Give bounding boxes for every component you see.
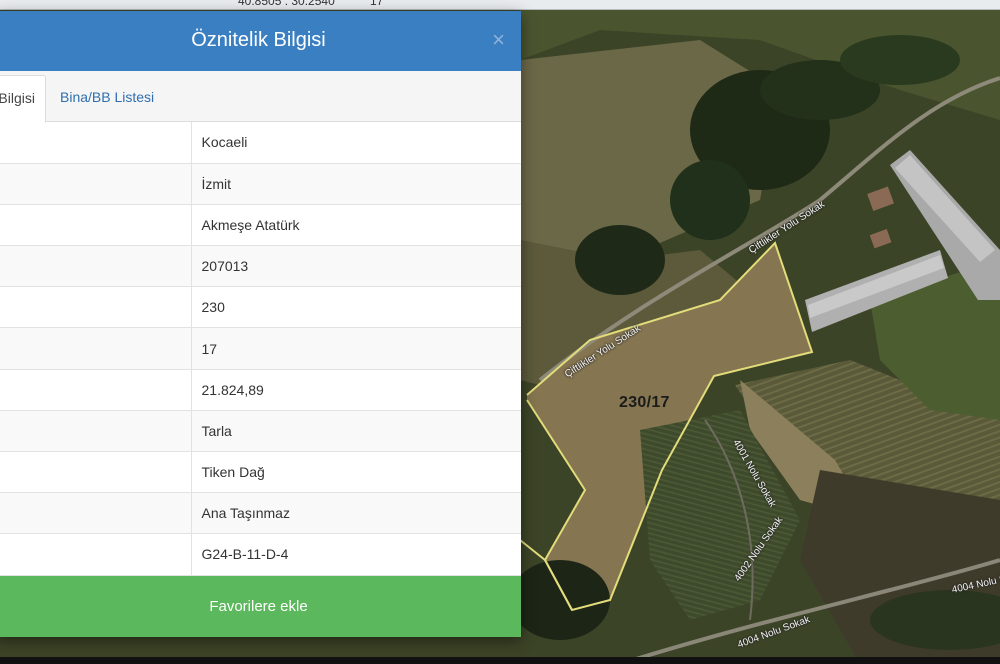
table-row: o207013 (0, 245, 521, 288)
table-row: Kocaeli (0, 122, 521, 164)
tab-building-list[interactable]: Bina/BB Listesi (48, 75, 166, 123)
dialog-title: Öznitelik Bilgisi (191, 29, 326, 51)
row-value: 207013 (191, 245, 521, 288)
row-value: İzmit (191, 163, 521, 205)
tab-info[interactable]: Bilgisi (0, 75, 46, 123)
row-value: Tarla (191, 410, 521, 453)
table-row: Tiken Dağ (0, 451, 521, 494)
row-value: Kocaeli (191, 122, 521, 164)
attribute-table: Kocaeli İzmit öyAkmeşe Atatürk o207013 2… (0, 122, 521, 576)
table-row: İzmit (0, 163, 521, 205)
row-value: 21.824,89 (191, 369, 521, 411)
attribute-dialog: Öznitelik Bilgisi × Bilgisi Bina/BB List… (0, 11, 521, 637)
tab-bar: Bilgisi Bina/BB Listesi (0, 71, 521, 123)
table-row: öyAkmeşe Atatürk (0, 204, 521, 247)
add-to-favorites-button[interactable]: Favorilere ekle (0, 576, 521, 637)
top-toolbar: 40.8505 : 30.2540 17 (0, 0, 1000, 10)
row-value: 230 (191, 286, 521, 329)
close-icon[interactable]: × (492, 29, 505, 51)
row-value: Akmeşe Atatürk (191, 204, 521, 247)
row-key: öy (0, 217, 190, 233)
bottom-border (0, 657, 1000, 664)
table-row: Tarla (0, 410, 521, 453)
table-row: 21.824,89 (0, 369, 521, 411)
coordinate-readout: 40.8505 : 30.2540 (238, 0, 335, 8)
table-row: 17 (0, 327, 521, 370)
parcel-label[interactable]: 230/17 (619, 394, 670, 412)
zoom-level: 17 (370, 0, 384, 8)
row-key: o (0, 258, 190, 274)
row-value: G24-B-11-D-4 (191, 533, 521, 576)
tab-info-label: Bilgisi (0, 90, 35, 106)
table-row: G24-B-11-D-4 (0, 533, 521, 576)
dialog-header: Öznitelik Bilgisi × (0, 11, 521, 71)
row-value: Ana Taşınmaz (191, 492, 521, 535)
row-value: 17 (191, 327, 521, 370)
table-row: Ana Taşınmaz (0, 492, 521, 535)
table-row: 230 (0, 286, 521, 329)
row-value: Tiken Dağ (191, 451, 521, 494)
